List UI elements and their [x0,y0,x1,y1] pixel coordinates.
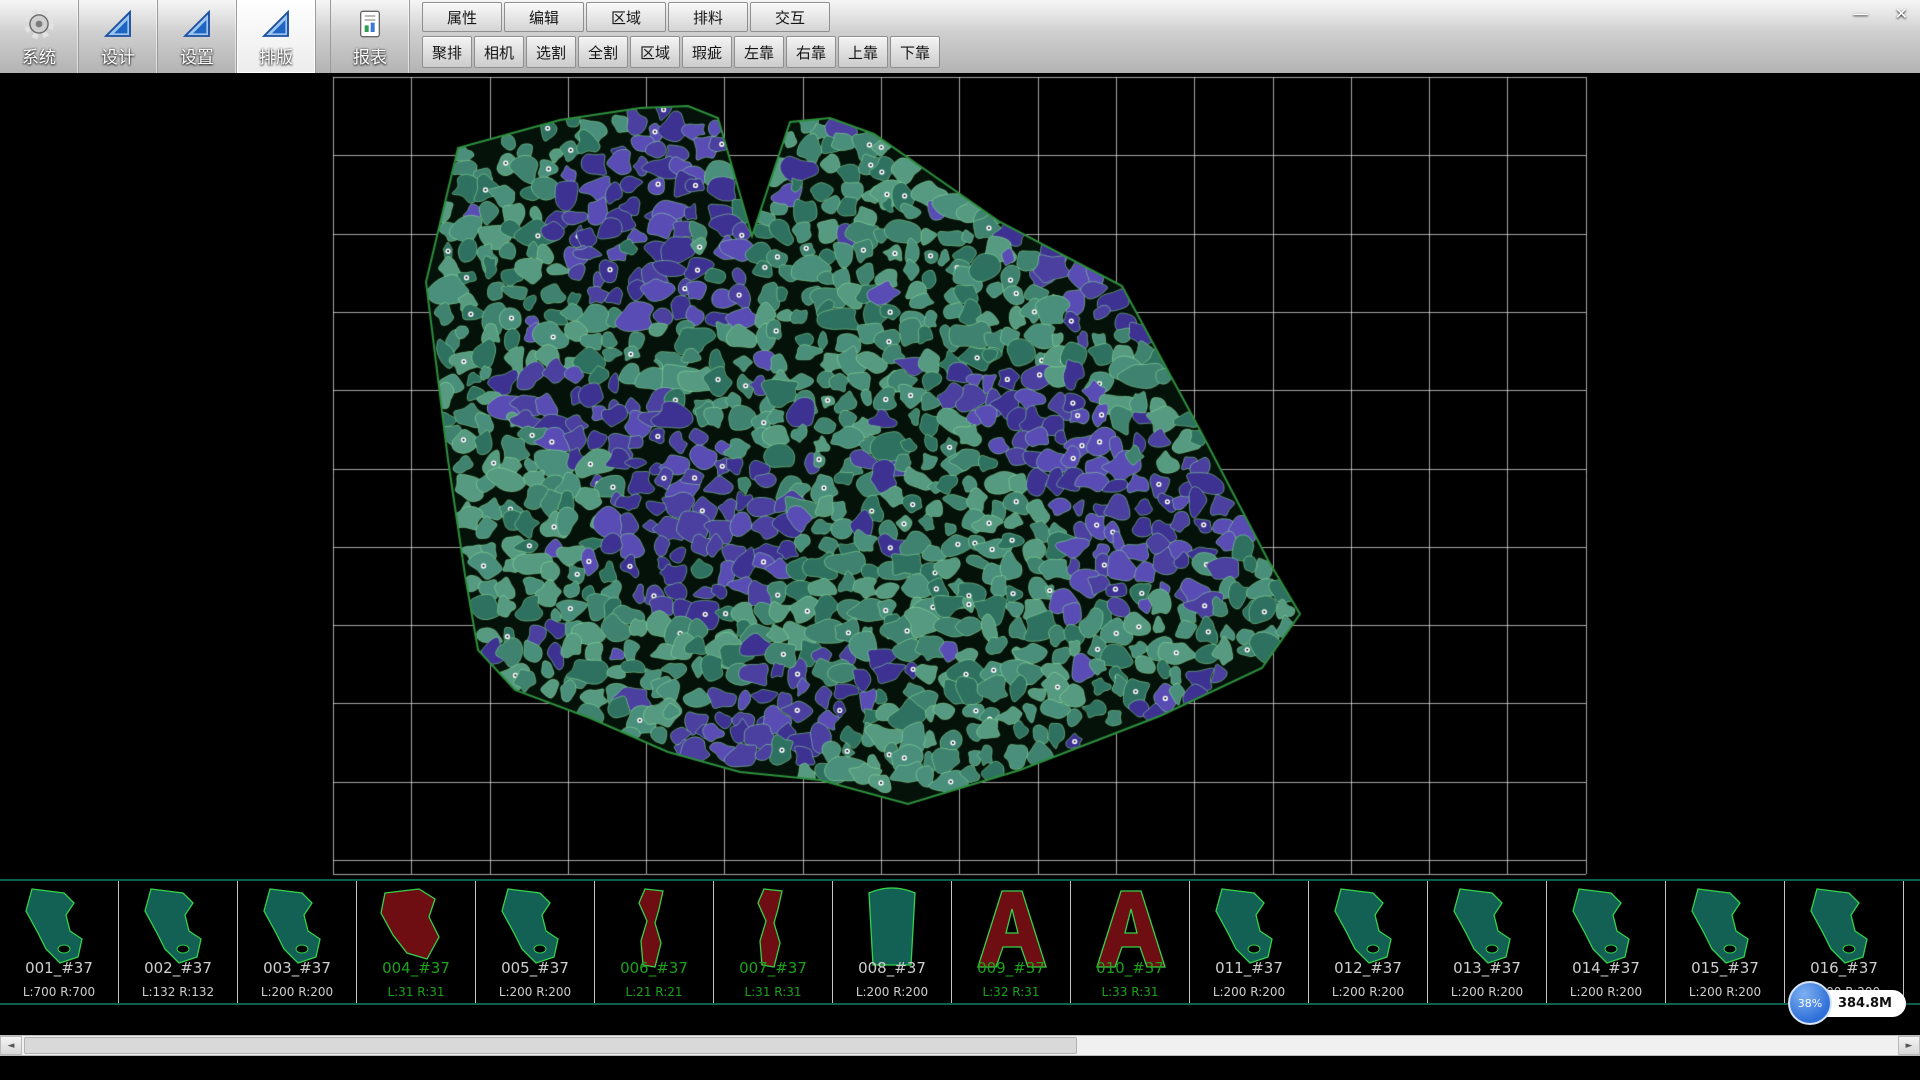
piece-name: 006_#37 [595,959,713,977]
piece-name: 016_#37 [1785,959,1903,977]
ruler-icon [102,6,134,42]
piece-lr: L:200 R:200 [1190,985,1308,999]
menu-nest[interactable]: 排料 [668,2,748,32]
piece-name: 008_#37 [833,959,951,977]
piece-lr: L:132 R:132 [119,985,237,999]
piece-lr: L:31 R:31 [714,985,832,999]
piece-thumb[interactable]: 004_#37 L:31 R:31 [357,881,476,1003]
tool-region[interactable]: 区域 [630,36,680,68]
piece-thumb[interactable]: 003_#37 L:200 R:200 [238,881,357,1003]
menu-area: 属性编辑区域排料交互 聚排相机选割全割区域瑕疵左靠右靠上靠下靠 [422,0,940,73]
ruler-icon [260,6,292,42]
piece-lr: L:200 R:200 [1309,985,1427,999]
tab-layout[interactable]: 排版 [237,0,316,73]
piece-thumb[interactable]: 010_#37 L:33 R:31 [1071,881,1190,1003]
tab-label: 设置 [180,43,214,68]
piece-name: 011_#37 [1190,959,1308,977]
scroll-left-button[interactable]: ◄ [0,1036,22,1055]
h-scrollbar: ◄ ► [0,1035,1920,1056]
tool-bar: 聚排相机选割全割区域瑕疵左靠右靠上靠下靠 [422,36,940,68]
piece-lr: L:200 R:200 [476,985,594,999]
piece-thumb[interactable]: 007_#37 L:31 R:31 [714,881,833,1003]
tab-label: 排版 [259,43,293,68]
piece-name: 007_#37 [714,959,832,977]
ruler-icon [181,6,213,42]
piece-name: 012_#37 [1309,959,1427,977]
gear-icon [22,6,56,42]
tab-settings[interactable]: 设置 [158,0,237,73]
progress-indicator: 38% [1788,981,1832,1025]
tool-align-left[interactable]: 左靠 [734,36,784,68]
tab-system[interactable]: 系统 [0,0,79,73]
tool-cut-all[interactable]: 全割 [578,36,628,68]
window-controls: — ✕ [1849,4,1912,23]
piece-thumb[interactable] [1904,881,1920,1003]
piece-lr: L:31 R:31 [357,985,475,999]
piece-name: 015_#37 [1666,959,1784,977]
tab-label: 报表 [353,43,387,68]
piece-thumb[interactable]: 008_#37 L:200 R:200 [833,881,952,1003]
tab-bar: 系统 设计 设置 排版 报表 [0,0,410,73]
piece-lr: L:200 R:200 [833,985,951,999]
pieces-panel: 001_#37 L:700 R:700002_#37 L:132 R:132003_… [0,879,1920,1005]
tool-align-top[interactable]: 上靠 [838,36,888,68]
piece-thumb[interactable]: 012_#37 L:200 R:200 [1309,881,1428,1003]
tool-align-right[interactable]: 右靠 [786,36,836,68]
piece-lr: L:32 R:31 [952,985,1070,999]
piece-lr: L:200 R:200 [1428,985,1546,999]
tab-design[interactable]: 设计 [79,0,158,73]
workspace [0,73,1920,879]
menu-edit[interactable]: 编辑 [504,2,584,32]
tool-select-cut[interactable]: 选割 [526,36,576,68]
toolbar: 系统设计设置排版报表 属性编辑区域排料交互 聚排相机选割全割区域瑕疵左靠右靠上靠… [0,0,1920,74]
piece-name: 010_#37 [1071,959,1189,977]
nesting-canvas[interactable] [0,73,1920,879]
piece-lr: L:200 R:200 [1547,985,1665,999]
piece-name: 005_#37 [476,959,594,977]
piece-name: 009_#37 [952,959,1070,977]
close-button[interactable]: ✕ [1891,4,1912,23]
piece-thumb[interactable]: 006_#37 L:21 R:21 [595,881,714,1003]
tool-cluster-nest[interactable]: 聚排 [422,36,472,68]
scroll-thumb[interactable] [24,1037,1077,1054]
status-badge: 38% 384.8M [1788,981,1906,1025]
piece-shape [1913,883,1920,975]
app-window: 系统设计设置排版报表 属性编辑区域排料交互 聚排相机选割全割区域瑕疵左靠右靠上靠… [0,0,1920,1080]
scroll-track[interactable] [22,1036,1898,1055]
menu-properties[interactable]: 属性 [422,2,502,32]
report-icon [354,6,386,42]
menu-bar: 属性编辑区域排料交互 [422,2,940,32]
piece-name: 002_#37 [119,959,237,977]
piece-thumb[interactable]: 015_#37 L:200 R:200 [1666,881,1785,1003]
piece-thumb[interactable]: 005_#37 L:200 R:200 [476,881,595,1003]
tab-report[interactable]: 报表 [330,0,410,73]
piece-thumb[interactable]: 002_#37 L:132 R:132 [119,881,238,1003]
piece-lr: L:21 R:21 [595,985,713,999]
piece-name: 001_#37 [0,959,118,977]
piece-thumb[interactable]: 014_#37 L:200 R:200 [1547,881,1666,1003]
piece-name: 013_#37 [1428,959,1546,977]
tool-defect[interactable]: 瑕疵 [682,36,732,68]
piece-lr: L:700 R:700 [0,985,118,999]
menu-region[interactable]: 区域 [586,2,666,32]
piece-thumb[interactable]: 001_#37 L:700 R:700 [0,881,119,1003]
piece-name: 014_#37 [1547,959,1665,977]
piece-thumb[interactable]: 011_#37 L:200 R:200 [1190,881,1309,1003]
minimize-button[interactable]: — [1849,4,1873,23]
piece-thumb[interactable]: 009_#37 L:32 R:31 [952,881,1071,1003]
tool-camera[interactable]: 相机 [474,36,524,68]
scroll-right-button[interactable]: ► [1898,1036,1920,1055]
piece-name: 003_#37 [238,959,356,977]
piece-lr: L:200 R:200 [1666,985,1784,999]
piece-lr: L:33 R:31 [1071,985,1189,999]
menu-interact[interactable]: 交互 [750,2,830,32]
tab-label: 系统 [22,43,56,68]
piece-lr: L:200 R:200 [238,985,356,999]
piece-thumb[interactable]: 013_#37 L:200 R:200 [1428,881,1547,1003]
tool-align-bottom[interactable]: 下靠 [890,36,940,68]
piece-name: 004_#37 [357,959,475,977]
tab-label: 设计 [101,43,135,68]
